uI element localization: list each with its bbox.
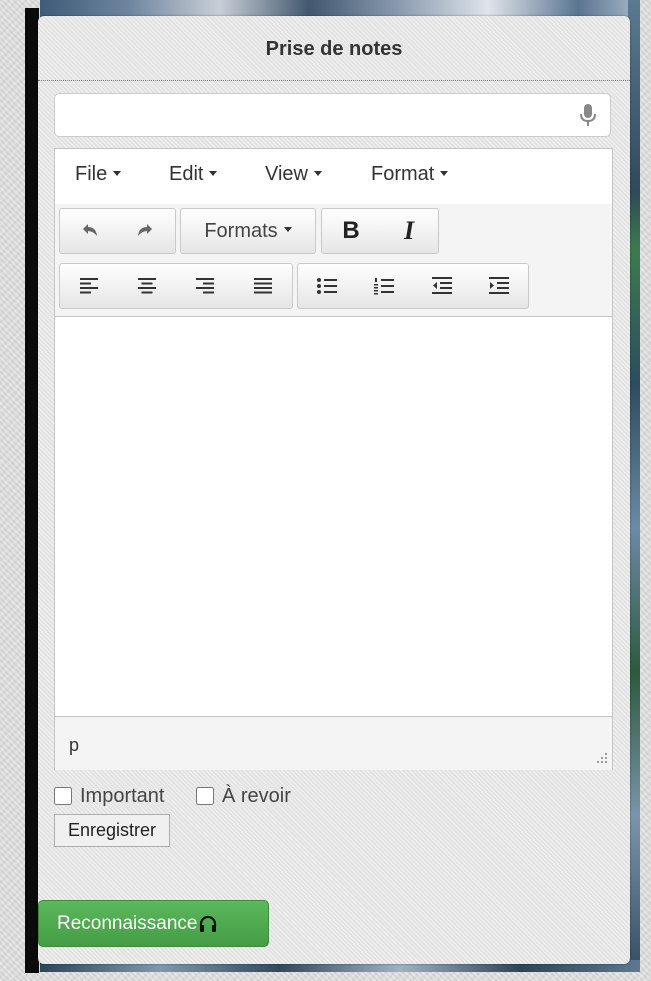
resize-grip-icon[interactable]	[595, 751, 607, 763]
align-center-icon	[138, 278, 156, 294]
note-taking-panel: Prise de notes File Edit View Format For…	[38, 16, 630, 964]
align-right-icon	[196, 278, 214, 294]
formats-dropdown[interactable]: Formats	[180, 208, 316, 254]
chevron-down-icon	[440, 170, 449, 176]
editor-toolbar: Formats B I	[55, 204, 612, 317]
indent-button[interactable]	[471, 264, 529, 308]
review-label: À revoir	[222, 784, 291, 807]
align-center-button[interactable]	[118, 264, 176, 308]
review-checkbox[interactable]	[196, 787, 214, 805]
editor-content-area[interactable]	[55, 317, 612, 715]
undo-icon	[82, 224, 97, 236]
title-separator	[38, 80, 630, 81]
outdent-icon	[431, 277, 452, 294]
menu-format[interactable]: Format	[371, 163, 449, 186]
microphone-icon[interactable]	[577, 102, 599, 128]
rich-text-editor: File Edit View Format Formats B I p	[54, 148, 613, 770]
important-checkbox[interactable]	[54, 787, 72, 805]
italic-button[interactable]: I	[380, 209, 438, 253]
editor-statusbar: p	[55, 716, 612, 770]
undo-button[interactable]	[60, 209, 118, 253]
align-justify-button[interactable]	[234, 264, 292, 308]
important-label: Important	[80, 784, 165, 807]
redo-icon	[138, 224, 153, 236]
recognition-label: Reconnaissance	[57, 912, 198, 934]
voice-text-input[interactable]	[54, 93, 611, 137]
chevron-down-icon	[209, 170, 218, 176]
indent-icon	[489, 277, 510, 294]
bold-button[interactable]: B	[322, 209, 380, 253]
bullet-list-button[interactable]	[298, 264, 356, 308]
headphones-icon	[200, 915, 217, 932]
numbered-list-button[interactable]	[356, 264, 414, 308]
align-left-button[interactable]	[60, 264, 118, 308]
element-path[interactable]: p	[69, 735, 79, 756]
history-group	[59, 208, 176, 254]
bullet-list-icon	[316, 278, 337, 294]
chevron-down-icon	[314, 170, 322, 176]
menu-view[interactable]: View	[265, 163, 322, 186]
editor-menubar: File Edit View Format	[55, 149, 612, 205]
list-group	[297, 263, 529, 309]
menu-file[interactable]: File	[75, 163, 122, 186]
text-style-group: B I	[321, 208, 439, 254]
align-justify-icon	[254, 278, 272, 294]
chevron-down-icon	[113, 170, 122, 176]
redo-button[interactable]	[118, 209, 176, 253]
formats-button[interactable]: Formats	[181, 209, 315, 253]
panel-title: Prise de notes	[265, 38, 403, 60]
save-button[interactable]: Enregistrer	[54, 814, 170, 847]
numbered-list-icon	[374, 278, 395, 295]
alignment-group	[59, 263, 293, 309]
important-option[interactable]: Important	[54, 784, 164, 808]
align-left-icon	[80, 278, 98, 294]
recognition-button[interactable]: Reconnaissance	[38, 900, 269, 947]
menu-edit[interactable]: Edit	[169, 163, 218, 186]
outdent-button[interactable]	[413, 264, 471, 308]
chevron-down-icon	[283, 227, 292, 232]
review-option[interactable]: À revoir	[196, 784, 291, 808]
left-dark-edge	[25, 8, 39, 973]
align-right-button[interactable]	[176, 264, 234, 308]
